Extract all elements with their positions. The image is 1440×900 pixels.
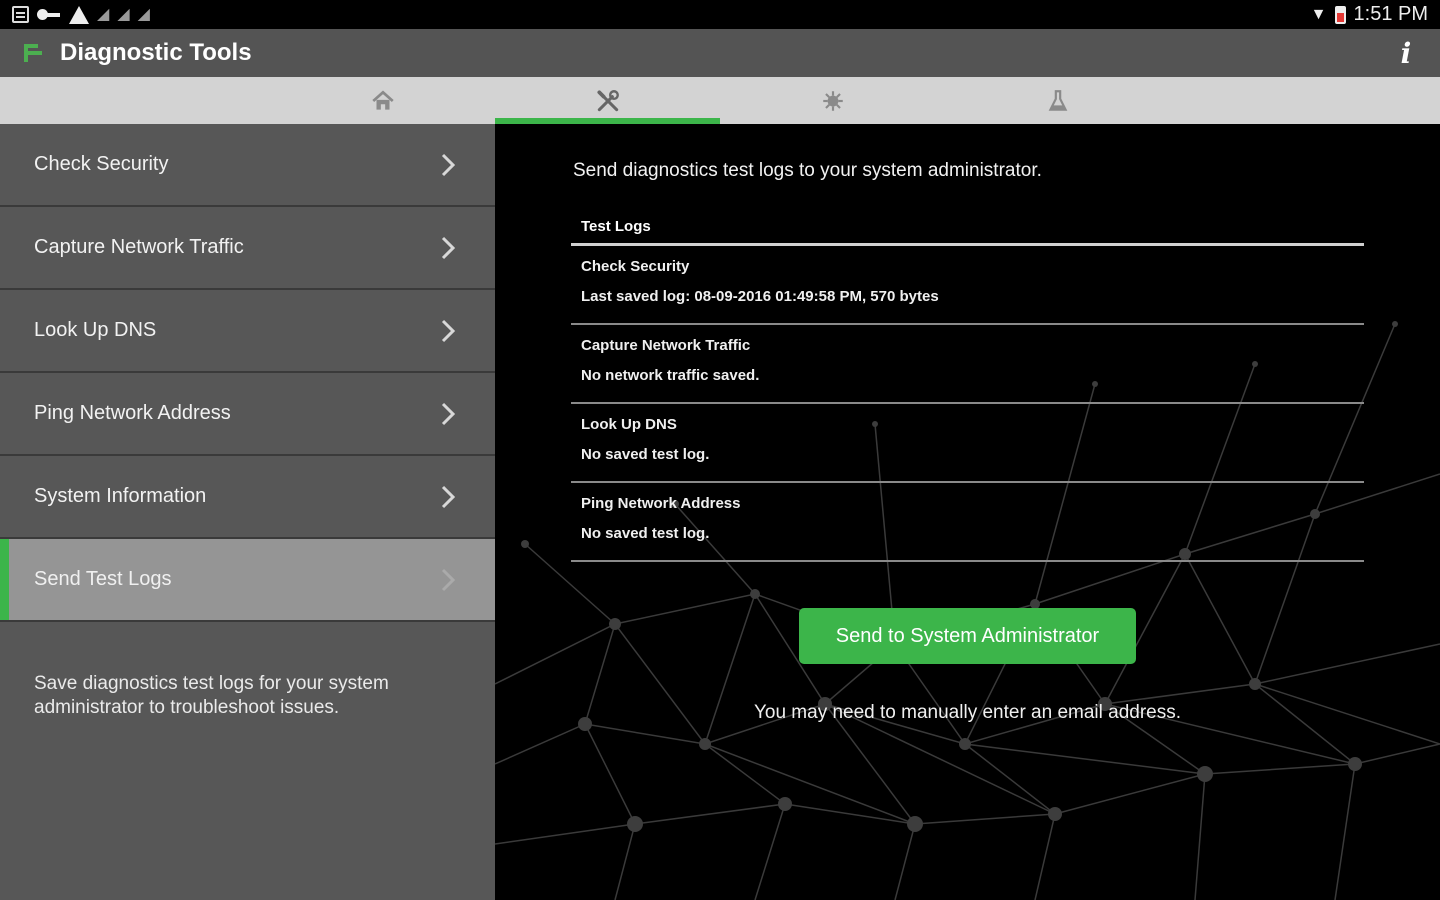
warning-icon bbox=[69, 5, 89, 24]
log-name: Check Security bbox=[581, 258, 690, 275]
signal-icon: ◢ bbox=[137, 5, 150, 23]
log-name: Ping Network Address bbox=[581, 495, 741, 512]
chevron-right-icon bbox=[441, 319, 455, 342]
sidebar-item-check-security[interactable]: Check Security bbox=[0, 124, 495, 207]
battery-icon bbox=[1334, 5, 1346, 24]
table-row: Ping Network Address No saved test log. bbox=[571, 483, 1364, 562]
status-left-icons: ◢ ◢ ◢ bbox=[12, 5, 150, 24]
table-header: Test Logs bbox=[571, 212, 1364, 246]
virus-icon bbox=[822, 90, 843, 111]
tab-home[interactable] bbox=[270, 77, 495, 124]
sidebar-item-label: Capture Network Traffic bbox=[34, 236, 244, 258]
sidebar: Check Security Capture Network Traffic L… bbox=[0, 124, 495, 900]
status-time: 1:51 PM bbox=[1353, 3, 1428, 25]
sidebar-description: Save diagnostics test logs for your syst… bbox=[34, 673, 389, 718]
sidebar-item-label: Send Test Logs bbox=[34, 568, 172, 590]
main-content: Send diagnostics test logs to your syste… bbox=[495, 124, 1440, 900]
tab-bar bbox=[0, 77, 1440, 124]
log-name: Look Up DNS bbox=[581, 416, 677, 433]
table-row: Check Security Last saved log: 08-09-201… bbox=[571, 246, 1364, 325]
sidebar-item-send-test-logs[interactable]: Send Test Logs bbox=[0, 539, 495, 622]
log-status: Last saved log: 08-09-2016 01:49:58 PM, … bbox=[581, 288, 939, 305]
notes-icon bbox=[12, 6, 29, 23]
sidebar-item-look-up-dns[interactable]: Look Up DNS bbox=[0, 290, 495, 373]
tab-virus[interactable] bbox=[720, 77, 945, 124]
sidebar-item-label: System Information bbox=[34, 485, 207, 507]
key-icon bbox=[37, 6, 61, 24]
email-note: You may need to manually enter an email … bbox=[753, 702, 1182, 723]
chevron-right-icon bbox=[441, 236, 455, 259]
status-bar: ◢ ◢ ◢ ▼ 1:51 PM bbox=[0, 0, 1440, 29]
log-status: No saved test log. bbox=[581, 525, 710, 542]
log-name: Capture Network Traffic bbox=[581, 337, 751, 354]
flask-icon bbox=[1048, 89, 1067, 111]
action-bar: Diagnostic Tools i bbox=[0, 29, 1440, 77]
send-to-admin-button[interactable]: Send to System Administrator bbox=[799, 608, 1136, 664]
tools-icon bbox=[596, 89, 619, 111]
info-button[interactable]: i bbox=[1394, 37, 1418, 70]
log-status: No saved test log. bbox=[581, 446, 710, 463]
sidebar-item-ping-network-address[interactable]: Ping Network Address bbox=[0, 373, 495, 456]
app-logo-icon bbox=[22, 42, 42, 64]
home-icon bbox=[371, 90, 394, 110]
page-title: Diagnostic Tools bbox=[60, 39, 252, 66]
sidebar-item-label: Look Up DNS bbox=[34, 319, 157, 341]
status-right-icons: ▼ 1:51 PM bbox=[1311, 3, 1428, 26]
sidebar-item-label: Check Security bbox=[34, 153, 169, 175]
tab-tools[interactable] bbox=[495, 77, 720, 124]
chevron-right-icon bbox=[441, 485, 455, 508]
chevron-right-icon bbox=[441, 402, 455, 425]
sidebar-item-system-information[interactable]: System Information bbox=[0, 456, 495, 539]
tab-lab[interactable] bbox=[945, 77, 1170, 124]
signal-icon: ◢ bbox=[97, 5, 110, 23]
log-status: No network traffic saved. bbox=[581, 367, 760, 384]
signal-icon: ◢ bbox=[117, 5, 130, 23]
chevron-right-icon bbox=[441, 568, 455, 591]
table-row: Look Up DNS No saved test log. bbox=[571, 404, 1364, 483]
sidebar-item-capture-network-traffic[interactable]: Capture Network Traffic bbox=[0, 207, 495, 290]
table-row: Capture Network Traffic No network traff… bbox=[571, 325, 1364, 404]
test-logs-table: Test Logs Check Security Last saved log:… bbox=[571, 212, 1364, 562]
chevron-right-icon bbox=[441, 153, 455, 176]
intro-text: Send diagnostics test logs to your syste… bbox=[573, 160, 1042, 181]
sidebar-item-label: Ping Network Address bbox=[34, 402, 231, 424]
wifi-icon: ▼ bbox=[1310, 5, 1327, 23]
